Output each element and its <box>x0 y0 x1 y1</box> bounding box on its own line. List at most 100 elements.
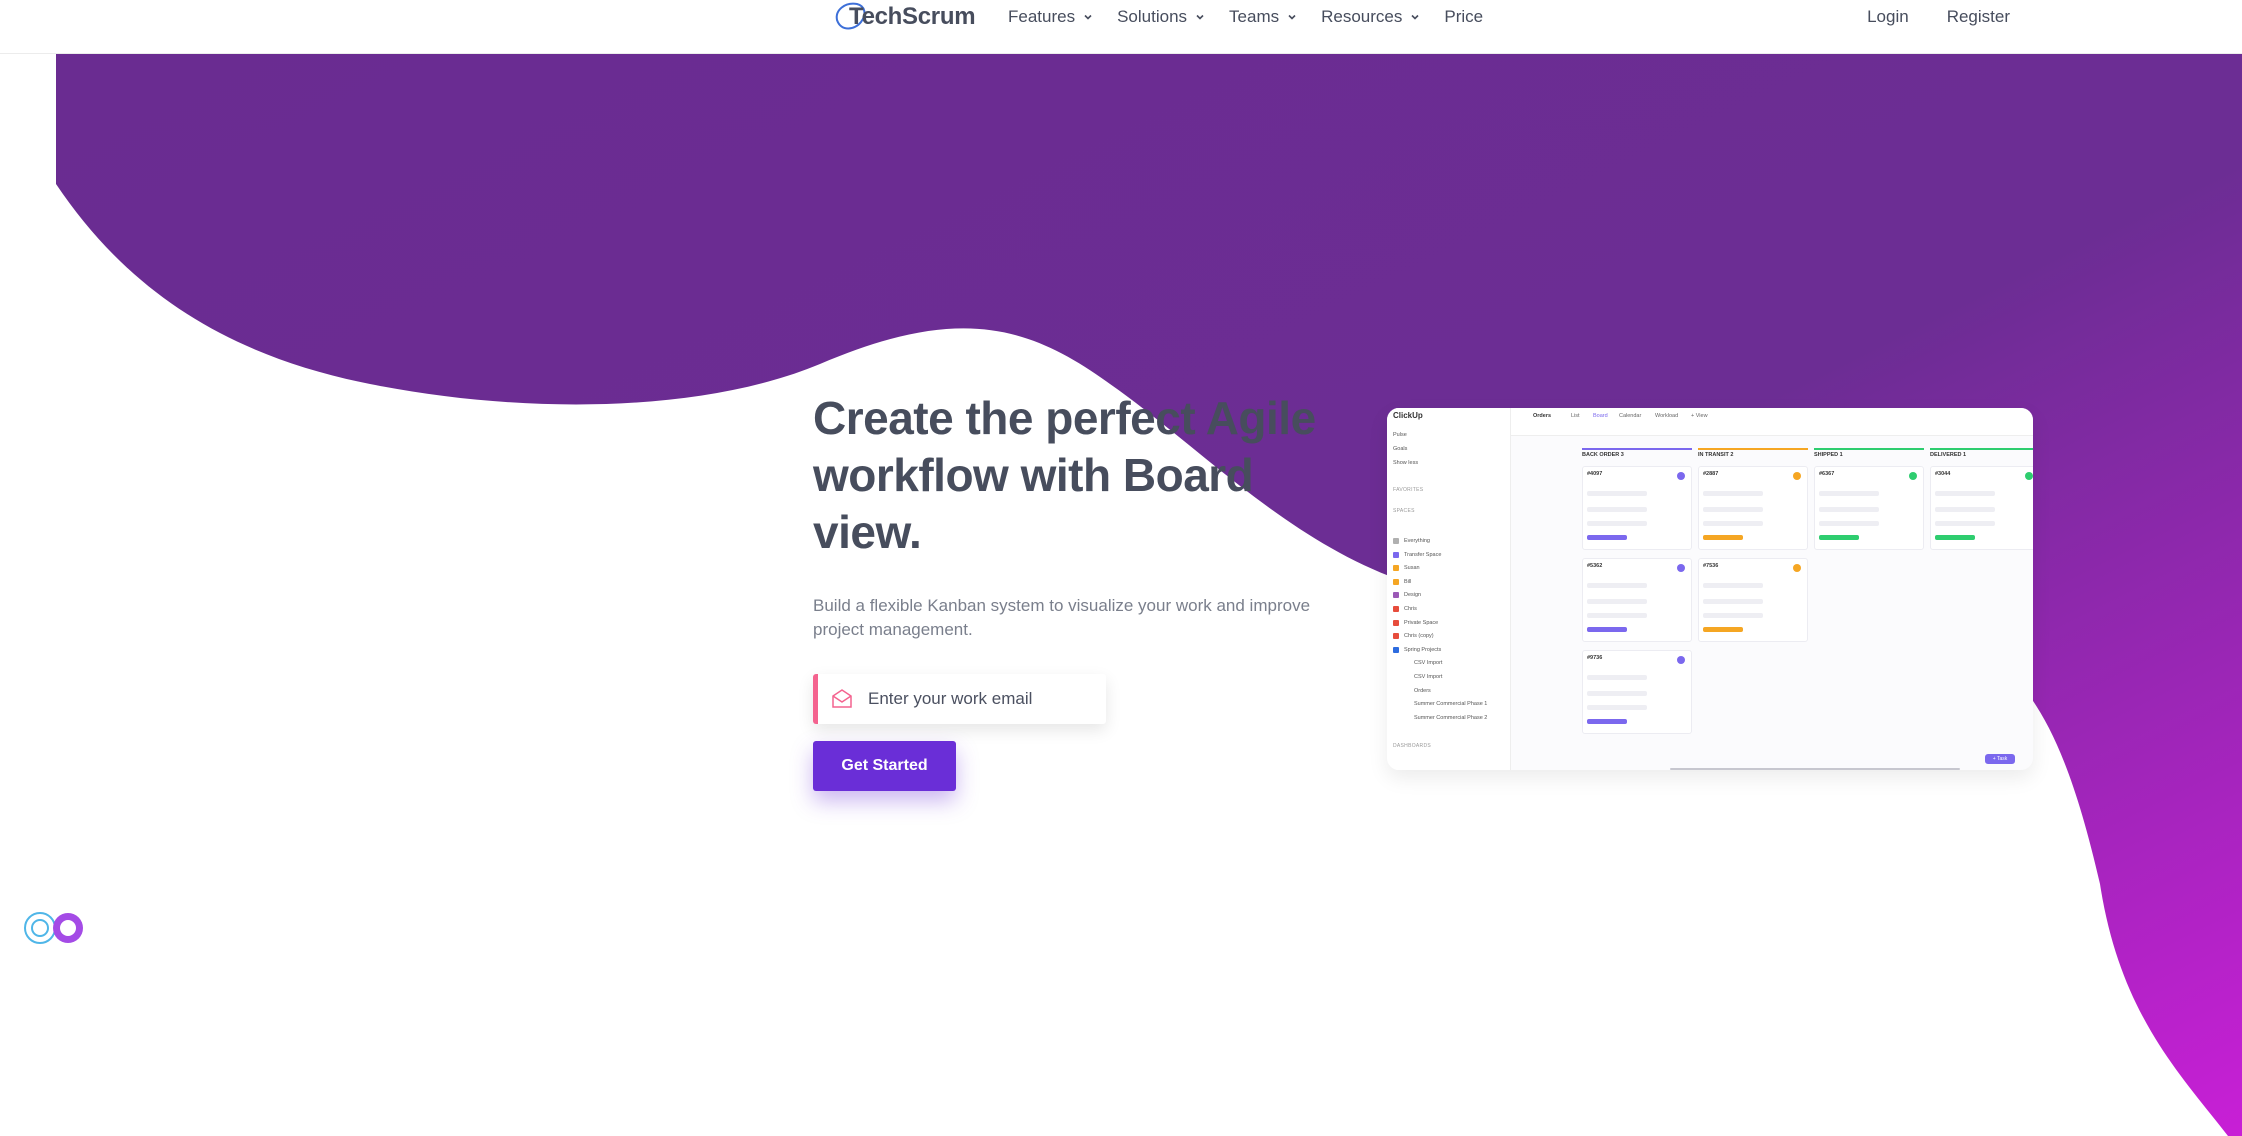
mockup-space-item: CSV Import <box>1393 674 1442 680</box>
card-field-pill <box>1703 535 1743 540</box>
card-field-pill <box>1587 691 1647 696</box>
card-field-pill <box>1703 599 1763 604</box>
register-link[interactable]: Register <box>1947 7 2010 27</box>
mockup-space-item: Bill <box>1393 578 1411 585</box>
mockup-brand: ClickUp <box>1393 411 1423 420</box>
space-label: Summer Commercial Phase 1 <box>1414 701 1488 708</box>
board-column-header: BACK ORDER 3 <box>1582 452 1624 458</box>
space-label: Design <box>1404 592 1422 599</box>
mockup-space-item: Chris (copy) <box>1393 633 1434 640</box>
nav-solutions-label: Solutions <box>1117 7 1188 26</box>
card-avatar <box>1793 472 1801 480</box>
board-view-screenshot: ClickUp Pulse Goals Show less FAVORITES … <box>1387 408 2033 770</box>
mockup-space-item: Summer Commercial Phase 2 <box>1393 715 1487 721</box>
space-label: Orders <box>1414 687 1431 694</box>
board-card: #2887 <box>1698 466 1808 550</box>
board-column-header: IN TRANSIT 2 <box>1698 452 1734 458</box>
card-field-pill <box>1703 613 1763 618</box>
space-color-swatch <box>1393 592 1399 599</box>
card-field-pill <box>1703 507 1763 512</box>
mockup-sidebar-item: Show less <box>1393 460 1419 466</box>
space-label: Spring Projects <box>1404 646 1442 653</box>
space-label: Susan <box>1404 565 1420 572</box>
mockup-sidebar-item: Pulse <box>1393 432 1407 438</box>
mockup-space-item: Private Space <box>1393 619 1438 626</box>
mockup-tab: Calendar <box>1619 413 1642 419</box>
card-id: #4097 <box>1587 471 1603 477</box>
mockup-spaces-label: SPACES <box>1393 508 1415 514</box>
chevron-down-icon <box>1196 14 1204 20</box>
nav-price-label: Price <box>1444 7 1484 26</box>
nav-teams-label: Teams <box>1229 7 1280 26</box>
nav-teams[interactable]: Teams <box>1229 7 1299 27</box>
space-color-swatch <box>1403 701 1409 707</box>
mockup-space-item: Spring Projects <box>1393 646 1442 653</box>
card-avatar <box>1909 472 1917 480</box>
nav-solutions[interactable]: Solutions <box>1117 7 1207 27</box>
mockup-space-item: Transfer Space <box>1393 551 1442 558</box>
logo[interactable]: TechScrum <box>831 0 976 34</box>
board-card: #5362 <box>1582 558 1692 642</box>
mockup-tab: List <box>1571 413 1580 419</box>
nav-resources-label: Resources <box>1321 7 1403 26</box>
space-color-swatch <box>1393 538 1399 544</box>
space-color-swatch <box>1393 646 1399 653</box>
nav-features[interactable]: Features <box>1008 7 1095 27</box>
space-color-swatch <box>1403 715 1409 721</box>
chevron-down-icon <box>1288 14 1296 20</box>
nav-price[interactable]: Price <box>1444 7 1483 27</box>
card-field-pill <box>1935 507 1995 512</box>
space-color-swatch <box>1393 565 1399 572</box>
get-started-button[interactable]: Get Started <box>813 741 956 791</box>
space-label: Chris (copy) <box>1404 633 1434 640</box>
card-avatar <box>2025 472 2033 480</box>
card-field-pill <box>1587 491 1647 496</box>
card-field-pill <box>1819 521 1879 526</box>
board-card: #6367 <box>1814 466 1924 550</box>
nav-features-label: Features <box>1008 7 1076 26</box>
mockup-space-item: Orders <box>1393 688 1431 694</box>
board-card: #3044 <box>1930 466 2033 550</box>
chevron-down-icon <box>1411 14 1419 20</box>
card-field-pill <box>1703 521 1763 526</box>
board-card: #4097 <box>1582 466 1692 550</box>
card-field-pill <box>1587 675 1647 680</box>
nav-resources[interactable]: Resources <box>1321 7 1422 27</box>
card-id: #3044 <box>1935 471 1951 477</box>
space-label: Everything <box>1404 538 1430 544</box>
main-nav: Features Solutions Teams Resources Price <box>1008 0 1505 34</box>
board-column-bar <box>1582 448 1692 450</box>
card-field-pill <box>1587 521 1647 526</box>
mockup-tab: + View <box>1691 413 1708 419</box>
card-field-pill <box>1819 507 1879 512</box>
mockup-space-item: Design <box>1393 592 1422 599</box>
card-field-pill <box>1587 613 1647 618</box>
space-color-swatch <box>1403 660 1409 666</box>
space-color-swatch <box>1403 674 1409 680</box>
space-color-swatch <box>1393 551 1399 558</box>
space-color-swatch <box>1403 688 1409 694</box>
mail-icon <box>832 689 852 708</box>
chat-widget-icon[interactable] <box>22 910 86 946</box>
card-field-pill <box>1703 583 1763 588</box>
hero-subtitle: Build a flexible Kanban system to visual… <box>813 596 1311 639</box>
card-field-pill <box>1819 535 1859 540</box>
space-label: Chris <box>1404 606 1417 612</box>
mockup-task-button: + Task <box>1985 754 2015 764</box>
card-field-pill <box>1587 705 1647 710</box>
top-navbar: TechScrum Features Solutions Teams Resou… <box>0 0 2242 54</box>
mockup-space-item: Chris <box>1393 606 1417 612</box>
email-input[interactable] <box>868 689 1088 709</box>
card-avatar <box>1677 564 1685 572</box>
card-avatar <box>1677 472 1685 480</box>
mockup-scrollbar <box>1670 768 1960 770</box>
mockup-space-item: Everything <box>1393 538 1430 544</box>
space-color-swatch <box>1393 633 1399 640</box>
hero-title: Create the perfect Agile workflow with B… <box>813 392 1316 558</box>
login-link[interactable]: Login <box>1867 7 1909 27</box>
space-label: Transfer Space <box>1404 551 1442 558</box>
mockup-space-item: Susan <box>1393 565 1420 572</box>
board-column-bar <box>1698 448 1808 450</box>
card-field-pill <box>1587 535 1627 540</box>
card-field-pill <box>1587 583 1647 588</box>
